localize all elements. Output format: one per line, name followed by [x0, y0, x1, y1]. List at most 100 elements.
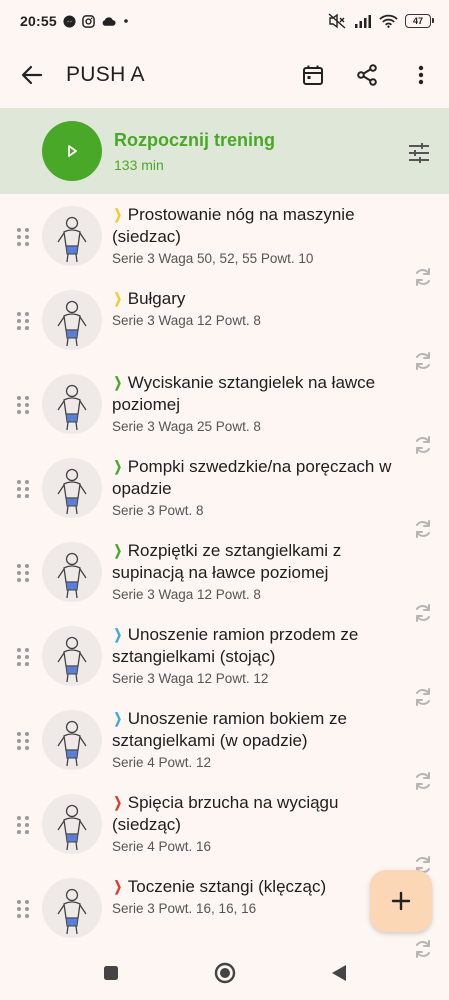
exercise-name-text: Bułgary — [127, 289, 186, 308]
exercise-details: Serie 4 Powt. 16 — [112, 839, 212, 854]
back-arrow-icon[interactable] — [14, 57, 50, 93]
more-vert-icon[interactable] — [403, 57, 439, 93]
drag-handle-icon[interactable] — [16, 731, 30, 751]
drag-handle-icon[interactable] — [16, 227, 30, 247]
exercise-thumbnail[interactable] — [42, 290, 102, 350]
exercise-row[interactable]: ❯ Unoszenie ramion bokiem ze sztangielkam… — [0, 702, 449, 790]
exercise-name-text: Unoszenie ramion bokiem ze sztangielkami… — [112, 709, 347, 750]
exercise-thumbnail[interactable] — [42, 626, 102, 686]
exercise-illustration-icon — [57, 300, 87, 347]
exercise-details: Serie 4 Powt. 12 — [112, 755, 212, 770]
exercise-details: Serie 3 Waga 12 Powt. 12 — [112, 671, 269, 686]
exercise-thumbnail[interactable] — [42, 710, 102, 770]
back-triangle-icon[interactable] — [321, 955, 357, 991]
exercise-name[interactable]: ❯ Unoszenie ramion przodem ze sztangielka… — [112, 624, 412, 668]
start-workout-panel[interactable]: Rozpocznij trening 133 min — [0, 108, 449, 194]
share-icon[interactable] — [349, 57, 385, 93]
drag-handle-icon[interactable] — [16, 899, 30, 919]
mute-icon — [327, 13, 347, 29]
exercise-row[interactable]: ❯ Unoszenie ramion przodem ze sztangielka… — [0, 618, 449, 706]
plus-icon — [391, 891, 411, 911]
exercise-details: Serie 3 Waga 50, 52, 55 Powt. 10 — [112, 251, 314, 266]
instagram-icon — [81, 14, 95, 28]
exercise-thumbnail[interactable] — [42, 458, 102, 518]
play-icon — [68, 145, 77, 157]
exercise-name[interactable]: ❯ Wyciskanie sztangielek na ławce poziome… — [112, 372, 412, 416]
exercise-illustration-icon — [57, 804, 87, 851]
exercise-name-text: Pompki szwedzkie/na poręczach w opadzie — [112, 457, 392, 498]
exercise-row[interactable]: ❯ Wyciskanie sztangielek na ławce poziome… — [0, 366, 449, 454]
exercise-thumbnail[interactable] — [42, 374, 102, 434]
exercise-illustration-icon — [57, 216, 87, 263]
exercise-name[interactable]: ❯ Rozpiętki ze sztangielkami z supinacją … — [112, 540, 412, 584]
exercise-illustration-icon — [57, 384, 87, 431]
exercise-row[interactable]: ❯ Rozpiętki ze sztangielkami z supinacją … — [0, 534, 449, 622]
home-circle-icon[interactable] — [207, 955, 243, 991]
drag-handle-icon[interactable] — [16, 563, 30, 583]
exercise-row[interactable]: ❯ Pompki szwedzkie/na poręczach w opadzie… — [0, 450, 449, 538]
exercise-name[interactable]: ❯ Toczenie sztangi (klęcząc) — [112, 876, 412, 898]
add-exercise-button[interactable] — [370, 870, 432, 932]
exercise-thumbnail[interactable] — [42, 542, 102, 602]
intensity-chevron-icon: ❯ — [113, 374, 122, 390]
battery-level: 47 — [412, 16, 423, 26]
exercise-thumbnail[interactable] — [42, 878, 102, 938]
drag-handle-icon[interactable] — [16, 479, 30, 499]
exercise-illustration-icon — [57, 468, 87, 515]
exercise-thumbnail[interactable] — [42, 206, 102, 266]
exercise-details: Serie 3 Waga 25 Powt. 8 — [112, 419, 261, 434]
system-nav-bar — [0, 946, 449, 1000]
status-time: 20:55 — [20, 13, 57, 29]
exercise-name[interactable]: ❯ Spięcia brzucha na wyciągu (siedząc) — [112, 792, 412, 836]
exercise-illustration-icon — [57, 636, 87, 683]
exercise-illustration-icon — [57, 720, 87, 767]
start-workout-title[interactable]: Rozpocznij trening — [114, 130, 275, 151]
exercise-details: Serie 3 Powt. 16, 16, 16 — [112, 901, 257, 916]
exercise-name-text: Unoszenie ramion przodem ze sztangielkam… — [112, 625, 359, 666]
wifi-icon — [379, 14, 398, 28]
exercise-details: Serie 3 Waga 12 Powt. 8 — [112, 313, 261, 328]
exercise-list: ❯ Prostowanie nóg na maszynie (siedzac) S… — [0, 198, 449, 958]
intensity-chevron-icon: ❯ — [113, 794, 122, 810]
recents-square-icon[interactable] — [93, 955, 129, 991]
intensity-chevron-icon: ❯ — [113, 626, 122, 642]
messenger-icon — [63, 14, 76, 28]
intensity-chevron-icon: ❯ — [113, 878, 122, 894]
workout-duration: 133 min — [114, 156, 164, 173]
exercise-name[interactable]: ❯ Bułgary — [112, 288, 412, 310]
exercise-name-text: Toczenie sztangi (klęcząc) — [127, 877, 327, 896]
play-button[interactable] — [42, 121, 102, 181]
exercise-thumbnail[interactable] — [42, 794, 102, 854]
drag-handle-icon[interactable] — [16, 311, 30, 331]
drag-handle-icon[interactable] — [16, 815, 30, 835]
intensity-chevron-icon: ❯ — [113, 458, 122, 474]
exercise-name-text: Prostowanie nóg na maszynie (siedzac) — [112, 205, 355, 246]
exercise-name[interactable]: ❯ Prostowanie nóg na maszynie (siedzac) — [112, 204, 412, 248]
exercise-details: Serie 3 Waga 12 Powt. 8 — [112, 587, 261, 602]
cloud-icon — [101, 16, 116, 27]
exercise-name-text: Spięcia brzucha na wyciągu (siedząc) — [112, 793, 339, 834]
signal-icon — [354, 14, 372, 28]
intensity-chevron-icon: ❯ — [113, 206, 122, 222]
exercise-row[interactable]: ❯ Prostowanie nóg na maszynie (siedzac) S… — [0, 198, 449, 286]
page-title: PUSH A — [66, 63, 145, 86]
exercise-name[interactable]: ❯ Pompki szwedzkie/na poręczach w opadzie — [112, 456, 412, 500]
exercise-row[interactable]: ❯ Bułgary Serie 3 Waga 12 Powt. 8 — [0, 282, 449, 370]
exercise-name-text: Wyciskanie sztangielek na ławce poziomej — [112, 373, 376, 414]
drag-handle-icon[interactable] — [16, 395, 30, 415]
app-bar: PUSH A — [0, 42, 449, 108]
exercise-name-text: Rozpiętki ze sztangielkami z supinacją n… — [112, 541, 342, 582]
intensity-chevron-icon: ❯ — [113, 710, 122, 726]
intensity-chevron-icon: ❯ — [113, 542, 122, 558]
exercise-row[interactable]: ❯ Spięcia brzucha na wyciągu (siedząc) Se… — [0, 786, 449, 874]
exercise-details: Serie 3 Powt. 8 — [112, 503, 204, 518]
exercise-illustration-icon — [57, 888, 87, 935]
drag-handle-icon[interactable] — [16, 647, 30, 667]
exercise-name[interactable]: ❯ Unoszenie ramion bokiem ze sztangielkam… — [112, 708, 412, 752]
tune-icon[interactable] — [401, 135, 437, 171]
calendar-icon[interactable] — [295, 57, 331, 93]
intensity-chevron-icon: ❯ — [113, 290, 122, 306]
dot-icon — [122, 17, 130, 25]
exercise-illustration-icon — [57, 552, 87, 599]
battery-icon: 47 — [405, 14, 434, 28]
